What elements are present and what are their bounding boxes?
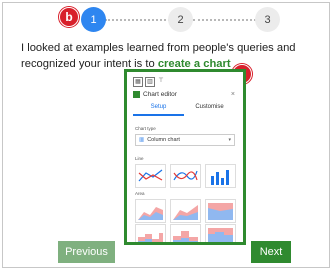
step-3[interactable]: 3 (255, 7, 280, 32)
stepped-area-thumb[interactable] (135, 224, 166, 242)
intent-message: I looked at examples learned from people… (21, 40, 321, 72)
mini-toolbar: ▦ ▥ ⊤ (133, 77, 165, 87)
tab-setup[interactable]: Setup (133, 104, 184, 116)
stacked-stepped-thumb[interactable] (170, 224, 201, 242)
chart-icon[interactable]: ▥ (145, 77, 155, 87)
line-chart-thumb[interactable] (135, 164, 166, 188)
chevron-down-icon: ▾ (228, 137, 231, 143)
area-chart-thumb[interactable] (135, 199, 166, 223)
smooth-line-thumb[interactable] (170, 164, 201, 188)
step-connector (105, 19, 170, 21)
percent-area-thumb[interactable] (205, 199, 236, 223)
close-icon[interactable]: × (231, 91, 235, 98)
step-1[interactable]: 1 (81, 7, 106, 32)
chart-type-select[interactable]: ▥ Column chart ▾ (135, 134, 235, 146)
combo-chart-thumb[interactable] (205, 164, 236, 188)
section-area-label: Area (135, 191, 145, 196)
area-thumbs-row1 (135, 199, 236, 223)
chart-editor-header: Chart editor × (133, 88, 235, 100)
chart-type-label: Chart type (135, 126, 156, 131)
annotation-badge-b: b (59, 7, 79, 27)
section-line-label: Line (135, 156, 144, 161)
tab-customise[interactable]: Customise (184, 104, 235, 116)
line-thumbs (135, 164, 236, 188)
chart-editor-title: Chart editor (143, 90, 177, 98)
next-button[interactable]: Next (251, 241, 291, 263)
area-thumbs-row2 (135, 224, 236, 242)
filter-icon[interactable]: ⊤ (157, 77, 165, 85)
chart-type-value: Column chart (147, 137, 180, 143)
step-connector (193, 19, 256, 21)
chart-editor-icon (133, 90, 140, 98)
step-2[interactable]: 2 (168, 7, 193, 32)
previous-button[interactable]: Previous (58, 241, 115, 263)
stacked-area-thumb[interactable] (170, 199, 201, 223)
percent-stepped-thumb[interactable] (205, 224, 236, 242)
column-chart-icon: ▥ (139, 137, 145, 143)
grid-icon[interactable]: ▦ (133, 77, 143, 87)
chart-editor-tabs: Setup Customise (133, 104, 235, 116)
stepper: 1 2 3 (0, 0, 331, 40)
chart-editor-panel: ▦ ▥ ⊤ Chart editor × Setup Customise Cha… (124, 69, 246, 245)
